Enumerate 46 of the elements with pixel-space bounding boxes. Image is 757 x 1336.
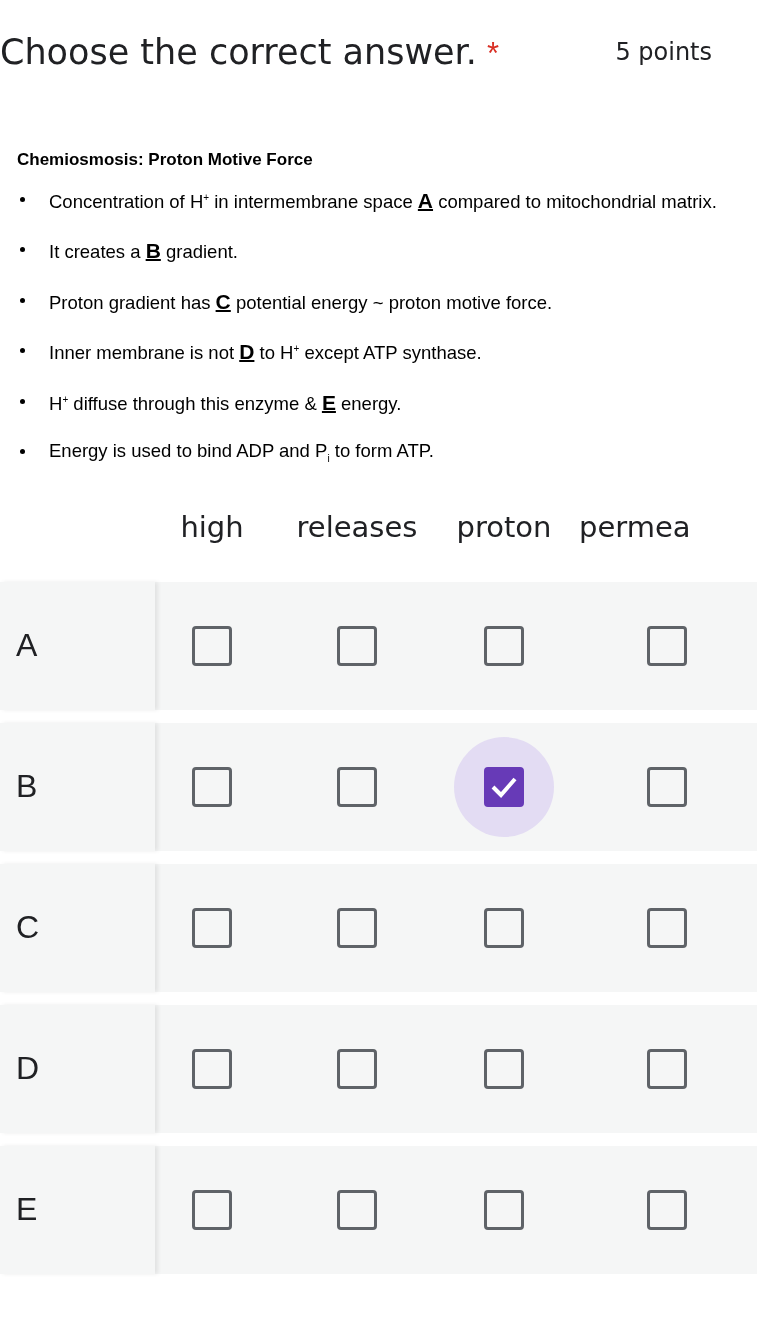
bullet-text: It creates a B gradient. [49, 238, 238, 265]
bullet-icon [20, 247, 25, 253]
checkbox[interactable] [647, 625, 687, 666]
checkbox[interactable] [192, 1189, 232, 1230]
bullet-text: Inner membrane is not D to H$^{+}$ except ATP synthase. [49, 339, 482, 366]
checkbox[interactable] [647, 907, 687, 948]
points-label: 5 points [615, 38, 712, 66]
bullet-icon [20, 348, 25, 354]
checkbox[interactable] [337, 625, 377, 666]
checkbox[interactable] [647, 1189, 687, 1230]
checkbox[interactable] [192, 766, 232, 807]
bullet-text: H$^{+}$ diffuse through this enzyme & E energy. [49, 389, 402, 416]
bullet-icon [20, 448, 25, 454]
row-label: C [0, 863, 155, 992]
slide-heading: Chemiosmosis: Proton Motive Force [17, 150, 314, 170]
column-heading: releases [295, 509, 419, 546]
checkbox[interactable] [337, 907, 377, 948]
check-icon [490, 775, 518, 798]
row-label: D [0, 1004, 155, 1133]
checkbox[interactable] [647, 1048, 687, 1089]
question-title: Choose the correct answer. [0, 32, 477, 72]
checkbox[interactable] [647, 766, 687, 807]
bullet-icon [20, 297, 25, 303]
bullet-icon [20, 398, 25, 404]
row-label: E [0, 1145, 155, 1274]
bullet-icon [20, 197, 25, 202]
checkbox[interactable] [484, 1189, 524, 1230]
checkbox[interactable] [484, 1048, 524, 1089]
row-label: A [0, 581, 155, 710]
bullet-text: Energy is used to bind ADP and P$_{i}$ to form ATP. [49, 438, 434, 466]
column-heading: permea [578, 509, 692, 546]
checkbox[interactable] [192, 907, 232, 948]
checkbox[interactable] [484, 625, 524, 666]
checkbox[interactable] [484, 907, 524, 948]
row-label: B [0, 722, 155, 851]
column-heading: proton [455, 509, 553, 546]
checkbox[interactable] [484, 766, 524, 807]
checkbox[interactable] [192, 1048, 232, 1089]
checkbox[interactable] [337, 1048, 377, 1089]
column-heading: high [179, 509, 245, 546]
checkbox[interactable] [337, 1189, 377, 1230]
checkbox[interactable] [337, 766, 377, 807]
bullet-text: Proton gradient has C potential energy ~ proton motive force. [49, 288, 553, 315]
required-mark: * [486, 36, 499, 72]
bullet-text: Concentration of H$^{+}$ in intermembrane space A compared to mitochondrial matrix. [49, 188, 717, 214]
checkbox[interactable] [192, 625, 232, 666]
